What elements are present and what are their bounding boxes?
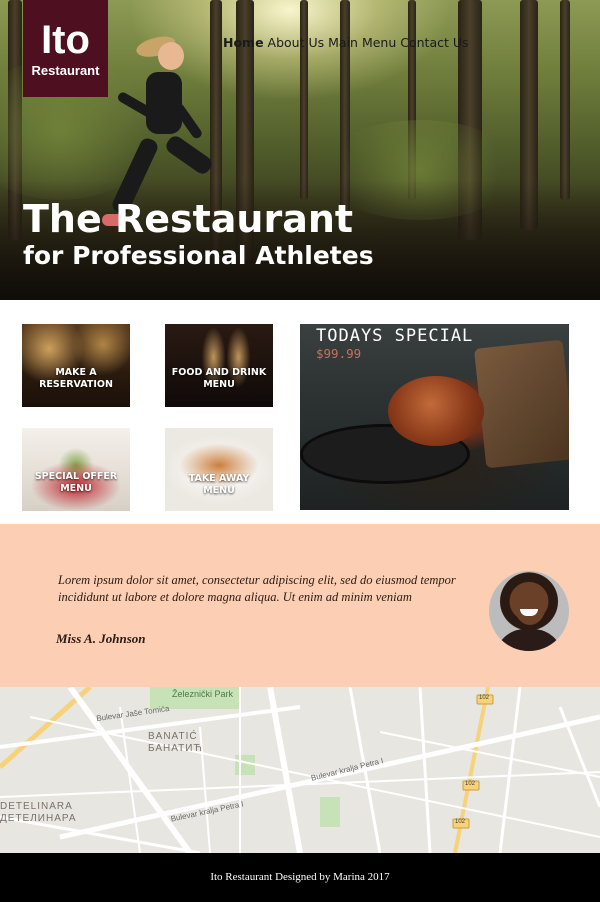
food-drink-menu-tile[interactable]: FOOD AND DRINK MENU: [165, 324, 273, 407]
road: [498, 687, 522, 853]
footer: Ito Restaurant Designed by Marina 2017: [0, 853, 600, 902]
logo-name: Ito: [41, 18, 90, 62]
map-label: BANATIĆ: [148, 731, 198, 742]
steak-image: [388, 376, 484, 446]
nav-home[interactable]: Home: [223, 35, 264, 50]
map-label: ДЕТЕЛИНАРА: [0, 813, 77, 824]
special-title: TODAYS SPECIAL: [316, 326, 474, 346]
map-roads: [0, 687, 600, 853]
park-area: [235, 755, 255, 775]
nav-contact-us[interactable]: Contact Us: [400, 35, 468, 50]
hero-title: The Restaurant: [23, 197, 354, 241]
tile-label: SPECIAL OFFER MENU: [34, 471, 118, 494]
footer-credit: Ito Restaurant Designed by Marina 2017: [210, 871, 390, 883]
route-badge-label: 102: [465, 781, 476, 787]
bread-image: [473, 339, 569, 469]
testimonial-quote: Lorem ipsum dolor sit amet, consectetur …: [58, 573, 456, 604]
special-price: $99.99: [316, 346, 362, 361]
route-badge-label: 102: [479, 695, 490, 701]
testimonial-author: Miss A. Johnson: [56, 631, 146, 646]
location-map[interactable]: 102 102 102 Železnički Park BANATIĆ БАНА…: [0, 687, 600, 853]
nav-about-us[interactable]: About Us: [268, 35, 325, 50]
nav-main-menu[interactable]: Main Menu: [328, 35, 396, 50]
take-away-tile[interactable]: TAKE AWAY MENU: [165, 428, 273, 511]
logo-subtitle: Restaurant: [31, 63, 100, 78]
reservation-tile[interactable]: MAKE A RESERVATION: [22, 324, 130, 407]
park-area: [320, 797, 340, 827]
road: [418, 687, 432, 853]
tree-trunk: [560, 0, 570, 200]
map-label: DETELINARA: [0, 801, 73, 812]
tree-trunk: [300, 0, 308, 200]
road: [379, 731, 600, 778]
testimonial-avatar: [489, 571, 569, 651]
todays-special-banner[interactable]: TODAYS SPECIAL $99.99: [300, 324, 569, 510]
special-offer-tile[interactable]: SPECIAL OFFER MENU: [22, 428, 130, 511]
tile-label: MAKE A RESERVATION: [39, 367, 113, 390]
tile-label: TAKE AWAY MENU: [188, 473, 250, 496]
hero-subtitle: for Professional Athletes: [23, 241, 374, 270]
map-label: Železnički Park: [172, 689, 234, 699]
road: [0, 771, 600, 798]
map-label: БАНАТИЋ: [148, 743, 203, 754]
tile-label: FOOD AND DRINK MENU: [171, 367, 267, 390]
route-badge-label: 102: [455, 819, 466, 825]
site-logo[interactable]: Ito Restaurant: [23, 0, 108, 97]
main-nav: Home About Us Main Menu Contact Us: [223, 35, 469, 50]
